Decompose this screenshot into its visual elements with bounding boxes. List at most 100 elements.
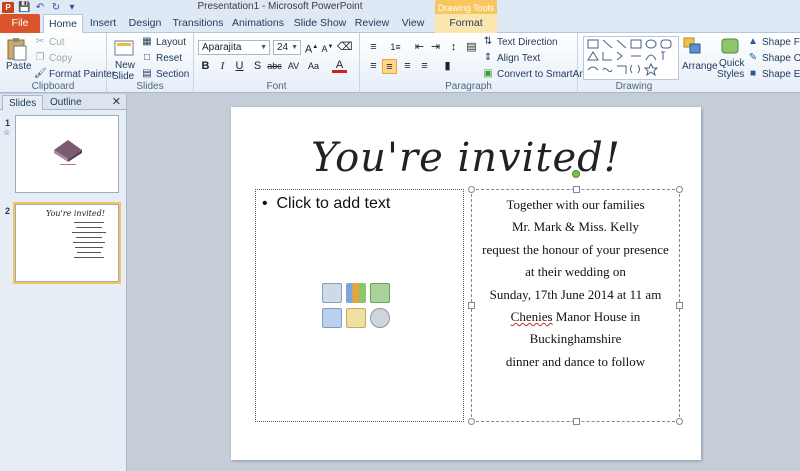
numbering-icon[interactable]: 1≡ [388,40,403,55]
resize-handle-nw[interactable] [468,186,475,193]
tab-outline[interactable]: Outline [44,95,88,110]
bullets-icon[interactable]: ≡ [366,40,381,55]
font-color-icon[interactable]: A [332,59,347,73]
invitation-line: dinner and dance to follow [505,353,646,369]
change-case-icon[interactable]: Aa [306,59,321,74]
title-bar: P 💾 ↶ ↻ ▾ Presentation1 - Microsoft Powe… [0,0,800,16]
placeholder-text[interactable]: • Click to add text [262,195,390,213]
resize-handle-ne[interactable] [676,186,683,193]
tab-insert[interactable]: Insert [85,14,121,33]
copy-button[interactable]: ❐ Copy [34,52,73,64]
text-direction-button[interactable]: ⇅ Text Direction [482,36,558,48]
rotation-handle[interactable] [572,170,580,178]
layout-icon: ▦ [142,36,152,47]
resize-handle-se[interactable] [676,418,683,425]
insert-clip-art-icon[interactable] [346,308,366,328]
tab-format[interactable]: Format [435,14,497,33]
paste-icon[interactable] [5,36,29,61]
font-size-combo[interactable]: 24 ▼ [273,40,301,55]
tab-file[interactable]: File [0,14,40,33]
resize-handle-w[interactable] [468,302,475,309]
resize-handle-sw[interactable] [468,418,475,425]
text-direction-icon: ⇅ [483,36,493,47]
clear-formatting-icon[interactable]: ⌫ [337,40,353,55]
convert-smartart-button[interactable]: ▣ Convert to SmartArt [482,68,585,80]
quick-styles-icon[interactable] [719,36,741,56]
resize-handle-e[interactable] [676,302,683,309]
quick-styles-button[interactable]: Quick [719,58,745,69]
insert-smartart-icon[interactable] [370,283,390,303]
invitation-line: at their wedding on [525,264,626,280]
reset-button[interactable]: □ Reset [141,52,182,64]
character-spacing-icon[interactable]: AV [286,59,301,74]
section-button[interactable]: ▤ Section [141,68,189,80]
arrange-button[interactable]: Arrange [682,61,718,72]
underline-icon[interactable]: U [232,59,247,74]
decrease-indent-icon[interactable]: ⇤ [412,40,427,55]
resize-handle-n[interactable] [573,186,580,193]
shadow-icon[interactable]: S [250,59,265,74]
format-painter-button[interactable]: 🖌 Format Painter [34,68,115,80]
slide-title[interactable]: You're invited! [231,135,701,181]
shape-effects-icon: ■ [749,68,757,79]
pane-tabs: Slides Outline ✕ [0,94,126,110]
copy-icon: ❐ [35,52,45,63]
columns-dropdown-icon[interactable]: ▮ [440,59,455,74]
slide-thumbnail-1[interactable] [15,115,119,193]
paragraph-group: ≡ 1≡ ⇤ ⇥ ↕ ▤ ≡ ≡ ≡ ≡ ▮ ⇅ Text Direction ⇕… [360,33,585,93]
shape-outline-button[interactable]: ✎Shape Outl [747,52,800,64]
invitation-textbox[interactable]: Together with our families Mr. Mark & Mi… [468,170,683,425]
slide-canvas[interactable]: You're invited! • Click to add text Toge… [231,107,701,460]
shrink-font-icon[interactable]: A▼ [320,40,335,55]
font-group-label: Font [266,81,287,92]
smartart-icon: ▣ [483,68,493,79]
tab-slides[interactable]: Slides [2,95,44,110]
insert-picture-icon[interactable] [322,308,342,328]
line-spacing-icon[interactable]: ↕ [446,40,461,55]
increase-indent-icon[interactable]: ⇥ [428,40,443,55]
columns-icon[interactable]: ▤ [464,40,479,55]
italic-icon[interactable]: I [215,59,230,74]
arrange-icon[interactable] [682,36,704,56]
close-pane-icon[interactable]: ✕ [112,95,121,108]
tab-view[interactable]: View [396,14,430,33]
resize-handle-s[interactable] [573,418,580,425]
strikethrough-icon[interactable]: abc [267,59,282,74]
justify-icon[interactable]: ≡ [417,59,432,74]
align-center-icon[interactable]: ≡ [382,59,397,74]
cut-button[interactable]: ✂ Cut [34,36,65,48]
paintbrush-icon: 🖌 [34,68,47,79]
shapes-gallery[interactable] [583,36,679,80]
ribbon-tabs: File Home Insert Design Transitions Anim… [0,14,800,34]
content-placeholder[interactable]: • Click to add text [255,189,464,422]
window-title: Presentation1 - Microsoft PowerPoint [197,1,363,12]
insert-chart-icon[interactable] [346,283,366,303]
new-slide-button[interactable]: New [115,60,135,71]
invitation-text[interactable]: Together with our families Mr. Mark & Mi… [472,194,679,373]
font-name-combo[interactable]: Aparajita ▼ [198,40,270,55]
grow-font-icon[interactable]: A▲ [304,40,319,56]
bold-icon[interactable]: B [198,59,213,74]
shape-effects-button[interactable]: ■Shape Effe [747,68,800,80]
align-right-icon[interactable]: ≡ [400,59,415,74]
new-slide-icon[interactable] [113,36,137,60]
insert-media-icon[interactable] [370,308,390,328]
paste-button[interactable]: Paste [6,61,32,72]
align-left-icon[interactable]: ≡ [366,59,381,74]
tab-transitions[interactable]: Transitions [170,14,226,33]
tab-home[interactable]: Home [43,14,83,34]
tab-review[interactable]: Review [353,14,391,33]
layout-button[interactable]: ▦ Layout [141,36,186,48]
shape-fill-button[interactable]: ▲Shape Fill [747,36,800,48]
insert-table-icon[interactable] [322,283,342,303]
slide-thumbnail-2[interactable]: You're invited! [13,202,121,284]
tab-slide-show[interactable]: Slide Show [292,14,348,33]
tab-animations[interactable]: Animations [230,14,286,33]
quick-styles-button-label[interactable]: Styles [717,69,744,80]
section-icon: ▤ [142,68,152,79]
tab-design[interactable]: Design [125,14,165,33]
clipboard-group: Paste ✂ Cut ❐ Copy 🖌 Format Painter Clipboa… [0,33,115,93]
content-icons [322,283,396,329]
svg-text:You're invited!: You're invited! [46,209,105,218]
align-text-button[interactable]: ⇕ Align Text [482,52,540,64]
